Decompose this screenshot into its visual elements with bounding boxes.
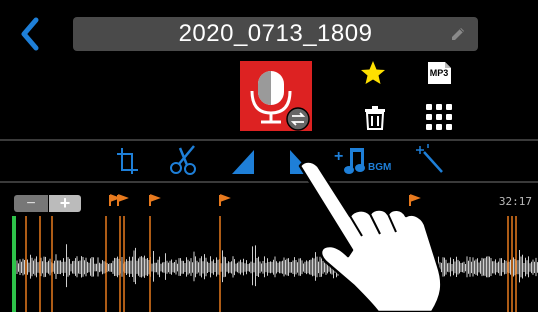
back-button[interactable] [14,14,50,54]
title-bar[interactable]: 2020_0713_1809 [73,17,478,51]
back-chevron-icon [21,17,39,51]
zoom-out-label: − [26,195,36,212]
trash-icon[interactable] [364,105,386,131]
marker-flag [219,194,231,206]
marker-flag [109,194,121,206]
trim-button[interactable] [112,142,142,178]
mp3-icon[interactable]: MP3 [426,61,452,85]
scissors-icon [170,145,196,175]
zoom-in-button[interactable]: + [49,193,81,213]
fade-in-icon [232,150,254,174]
zoom-out-button[interactable]: − [14,195,48,212]
marker-flag [149,194,161,206]
trim-icon [117,148,138,174]
divider [0,139,538,141]
grid-icon[interactable] [426,104,452,130]
cut-button[interactable] [168,142,202,178]
file-name: 2020_0713_1809 [178,20,373,47]
pencil-icon[interactable] [448,24,468,44]
hand-pointer-icon [298,160,443,312]
microphone-recording-icon [240,61,312,131]
star-icon[interactable] [360,60,386,86]
zoom-in-label: + [59,193,71,213]
marker-flag [117,194,129,206]
playhead [12,216,16,312]
mp3-label: MP3 [429,68,449,78]
fade-in-button[interactable] [228,142,258,178]
